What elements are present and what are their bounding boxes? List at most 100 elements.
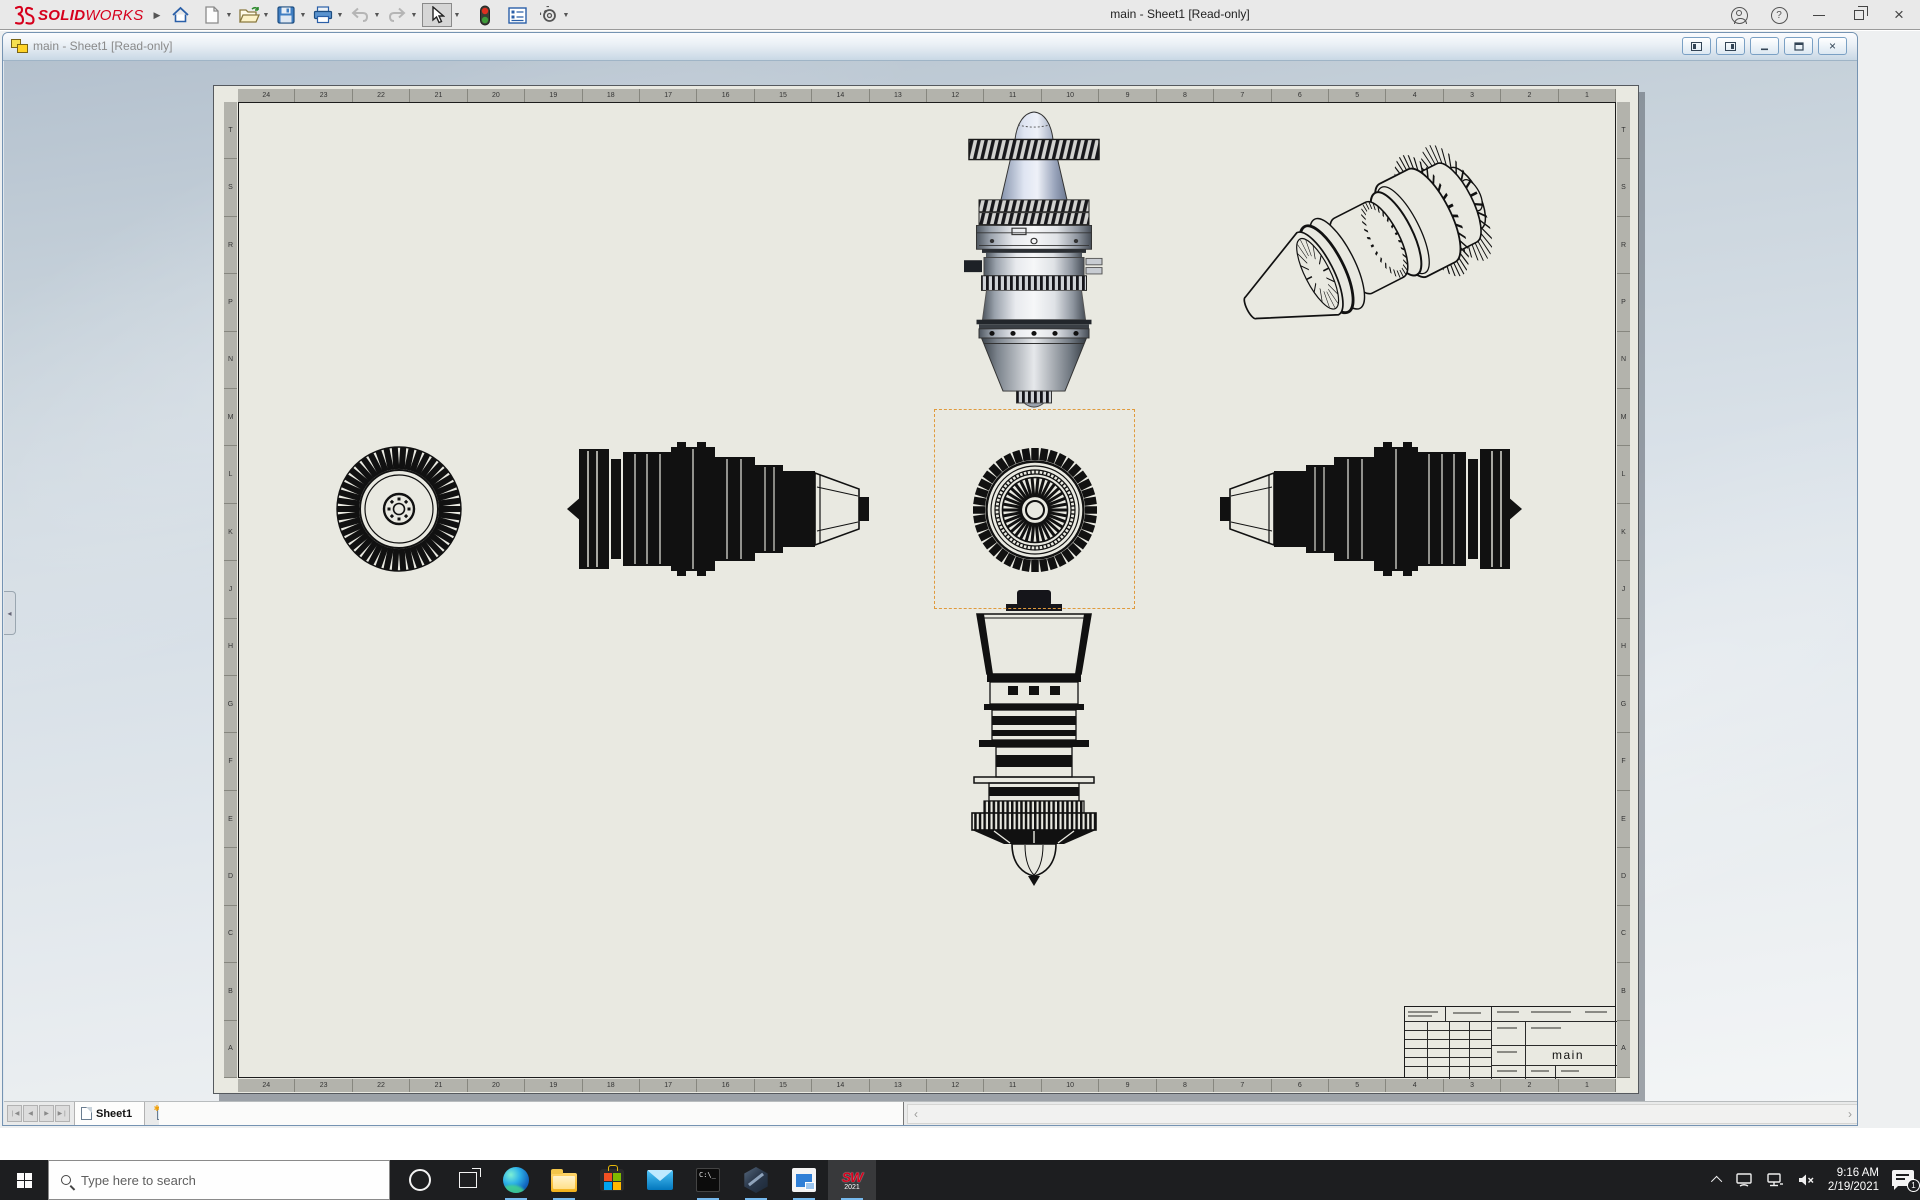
next-sheet-button[interactable]: ▶ [39, 1105, 54, 1122]
bottom-line-view[interactable] [971, 590, 1097, 886]
options-button[interactable] [537, 3, 561, 27]
hexagon-app-button[interactable] [732, 1160, 780, 1200]
rebuild-stoplight-button[interactable] [473, 3, 497, 27]
select-dropdown-caret-icon[interactable]: ▼ [452, 12, 462, 19]
app-window-title: main - Sheet1 [Read-only] [1110, 7, 1250, 21]
scroll-right-icon[interactable]: › [1848, 1107, 1852, 1121]
options-dropdown-caret-icon[interactable]: ▼ [561, 12, 571, 19]
start-icon [16, 1172, 32, 1188]
brand-bold: SOLID [38, 6, 86, 24]
drawing-document-icon [11, 39, 28, 54]
close-button[interactable]: × [1886, 3, 1912, 27]
taskbar-search[interactable]: Type here to search [48, 1160, 390, 1200]
panel-collapse-tab[interactable]: ◂ [4, 591, 16, 635]
restore-icon [1854, 6, 1868, 20]
redo-button[interactable] [385, 3, 409, 27]
restore-button[interactable] [1846, 3, 1872, 27]
drawing-viewport[interactable]: 24 23 22 21 20 19 18 17 16 15 14 13 12 11 10 9 8 7 6 5 4 3 2 1 … [4, 61, 1857, 1101]
title-block-drawing-title: main [1551, 1048, 1584, 1062]
help-button[interactable]: ? [1766, 3, 1792, 27]
edge-button[interactable] [492, 1160, 540, 1200]
document-window: main - Sheet1 [Read-only] × 24 23 22 21 20 19… [2, 32, 1858, 1126]
start-button[interactable] [0, 1160, 48, 1200]
split-pane-left-button[interactable] [1682, 37, 1711, 55]
last-sheet-button[interactable]: ▶❘ [55, 1105, 70, 1122]
view-selection-box[interactable] [934, 409, 1135, 609]
open-dropdown-caret-icon[interactable]: ▼ [261, 12, 271, 19]
taskbar: Type here to search C:\_ SW 2021 9:16 AM… [0, 1160, 1920, 1200]
drawing-sheet[interactable]: 24 23 22 21 20 19 18 17 16 15 14 13 12 11 10 9 8 7 6 5 4 3 2 1 … [213, 85, 1639, 1094]
tabstrip-filler [159, 1102, 904, 1125]
hidden-icons-button[interactable] [1710, 1175, 1723, 1188]
network-button[interactable] [1766, 1172, 1784, 1188]
print-button[interactable] [311, 3, 335, 27]
account-icon [1730, 6, 1748, 24]
properties-list-button[interactable] [505, 3, 529, 27]
store-button[interactable] [588, 1160, 636, 1200]
cortana-button[interactable] [396, 1160, 444, 1200]
isometric-view[interactable] [1217, 132, 1509, 369]
taskbar-clock[interactable]: 9:16 AM 2/19/2021 [1828, 1166, 1879, 1194]
split-pane-right-icon [1725, 41, 1736, 51]
sheet-nav-buttons: ❘◀ ◀ ▶ ▶❘ [7, 1105, 70, 1122]
file-explorer-icon [551, 1168, 577, 1192]
redo-dropdown-caret-icon[interactable]: ▼ [409, 12, 419, 19]
scroll-left-icon[interactable]: ‹ [914, 1107, 918, 1121]
right-side-view[interactable] [1219, 441, 1523, 577]
front-fan-view[interactable] [336, 446, 462, 572]
tab-sheet1[interactable]: Sheet1 [74, 1102, 146, 1125]
new-dropdown-caret-icon[interactable]: ▼ [224, 12, 234, 19]
account-button[interactable] [1726, 3, 1752, 27]
notification-badge: 1 [1907, 1179, 1920, 1192]
brand-light: WORKS [85, 6, 144, 24]
undo-dropdown-caret-icon[interactable]: ▼ [372, 12, 382, 19]
solidworks-2021-button[interactable]: SW 2021 [828, 1160, 876, 1200]
new-document-button[interactable] [200, 3, 224, 27]
undo-icon [351, 7, 369, 22]
minimize-button[interactable] [1806, 3, 1832, 27]
left-side-view[interactable] [566, 441, 870, 577]
task-view-button[interactable] [444, 1160, 492, 1200]
terminal-button[interactable]: C:\_ [684, 1160, 732, 1200]
new-document-icon [205, 6, 219, 24]
clock-time: 9:16 AM [1836, 1167, 1879, 1179]
open-button[interactable] [237, 3, 261, 27]
app-client-area: main - Sheet1 [Read-only] × 24 23 22 21 20 19… [0, 31, 1920, 1128]
volume-button[interactable] [1797, 1172, 1815, 1188]
horizontal-scrollbar[interactable]: ‹ › [907, 1104, 1857, 1124]
select-cursor-icon [431, 6, 445, 24]
print-dropdown-caret-icon[interactable]: ▼ [335, 12, 345, 19]
document-restore-button[interactable] [1784, 37, 1813, 55]
window-app-button[interactable] [780, 1160, 828, 1200]
brand-expand-arrow-icon[interactable]: ▶ [154, 10, 161, 21]
properties-list-icon [507, 6, 527, 24]
save-button[interactable] [274, 3, 298, 27]
document-close-button[interactable]: × [1818, 37, 1847, 55]
first-sheet-button[interactable]: ❘◀ [7, 1105, 22, 1122]
document-minimize-button[interactable] [1750, 37, 1779, 55]
quick-toolbar: ▼ ▼ ▼ ▼ ▼ ▼ ▼ ▼ [168, 2, 574, 28]
cast-button[interactable] [1735, 1172, 1753, 1188]
action-center-button[interactable]: 1 [1892, 1170, 1920, 1192]
document-title: main - Sheet1 [Read-only] [33, 39, 173, 53]
search-icon [61, 1175, 71, 1185]
split-pane-right-button[interactable] [1716, 37, 1745, 55]
app-titlebar: SOLIDWORKS ▶ ▼ ▼ ▼ ▼ ▼ ▼ ▼ ▼ main - Shee… [0, 0, 1920, 30]
home-button[interactable] [168, 3, 192, 27]
search-placeholder: Type here to search [81, 1172, 196, 1188]
top-shaded-view[interactable] [964, 111, 1103, 408]
task-view-icon [459, 1168, 481, 1188]
edge-icon [503, 1167, 529, 1193]
screen: SOLIDWORKS ▶ ▼ ▼ ▼ ▼ ▼ ▼ ▼ ▼ main - Shee… [0, 0, 1920, 1200]
redo-icon [388, 7, 406, 22]
sheet-icon [81, 1107, 92, 1120]
print-icon [313, 6, 333, 24]
minimize-icon [1761, 48, 1768, 50]
save-dropdown-caret-icon[interactable]: ▼ [298, 12, 308, 19]
mail-button[interactable] [636, 1160, 684, 1200]
save-icon [277, 6, 295, 24]
select-tool-button[interactable] [422, 3, 452, 27]
undo-button[interactable] [348, 3, 372, 27]
previous-sheet-button[interactable]: ◀ [23, 1105, 38, 1122]
file-explorer-button[interactable] [540, 1160, 588, 1200]
